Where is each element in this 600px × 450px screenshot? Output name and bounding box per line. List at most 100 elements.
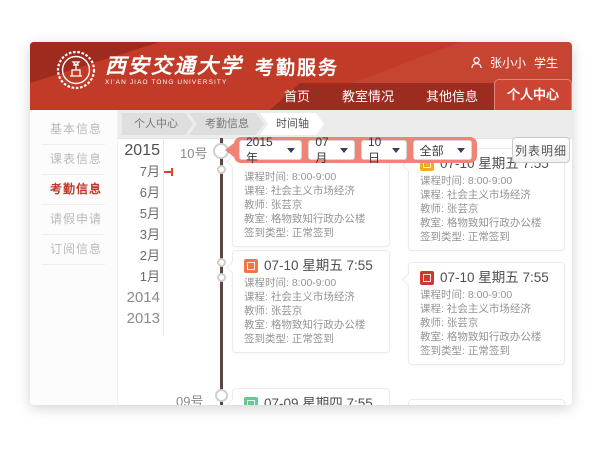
timeline-period-item[interactable]: 6月 — [120, 182, 160, 203]
sidebar-item-label: 课表信息 — [50, 152, 102, 166]
sidebar-item-label: 请假申请 — [50, 212, 102, 226]
day-label-top: 10号 — [180, 143, 207, 162]
timeline-line — [220, 138, 223, 405]
card-field-label: 签到类型: — [244, 333, 292, 345]
card-field: 课程时间: 8:00-9:00 — [420, 288, 553, 302]
card-field: 课程: 社会主义市场经济 — [244, 184, 378, 198]
card-field-value: 张芸京 — [447, 317, 479, 329]
card-field-value: 格物致知行政办公楼 — [271, 319, 366, 331]
nav-item-label: 个人中心 — [507, 87, 559, 102]
attendance-card-body: 课程时间: 8:00-9:00课程: 社会主义市场经济教师: 张芸京教室: 格物… — [420, 288, 553, 358]
timeline-node — [215, 389, 228, 402]
timeline-period-label: 2月 — [140, 248, 160, 263]
sidebar: 基本信息 课表信息 考勤信息 请假申请 订阅信息 — [30, 110, 118, 405]
card-field: 签到类型: 正常签到 — [244, 226, 378, 240]
breadcrumb-item-label: 时间轴 — [276, 118, 309, 130]
year-select[interactable]: 2015年 — [239, 140, 302, 160]
card-field-value: 正常签到 — [292, 227, 334, 239]
chevron-down-icon — [392, 148, 400, 153]
card-field: 课程时间: 8:00-9:00 — [420, 174, 553, 188]
timeline-period-item[interactable]: 2月 — [120, 245, 160, 266]
nav-item[interactable]: 首页 — [268, 83, 326, 110]
sidebar-item[interactable]: 基本信息 — [42, 115, 105, 145]
card-field-label: 教师: — [244, 305, 271, 317]
card-field: 教师: 张芸京 — [420, 202, 553, 216]
list-detail-button[interactable]: 列表明细 — [512, 137, 570, 163]
attendance-card: 07-10 星期五 7:55 课程时间: 8:00-9:00课程: 社会主义市场… — [408, 262, 565, 365]
attendance-card-datetime: 07-09 星期四 7:55 — [264, 395, 373, 405]
signin-type-icon — [420, 271, 434, 285]
timeline-period-label: 2015 — [124, 142, 160, 159]
sidebar-item[interactable]: 订阅信息 — [42, 235, 105, 265]
timeline-period-label: 7月 — [140, 164, 160, 179]
card-field-label: 课程时间: — [420, 175, 468, 187]
signin-type-icon — [244, 259, 258, 273]
breadcrumb-item-label: 考勤信息 — [205, 118, 249, 130]
card-field-label: 教室: — [244, 319, 271, 331]
card-field: 教室: 格物致知行政办公楼 — [420, 330, 553, 344]
sidebar-item-label: 订阅信息 — [50, 242, 102, 256]
card-field: 签到类型: 正常签到 — [420, 230, 553, 244]
breadcrumb-item[interactable]: 时间轴 — [260, 113, 324, 135]
page: 西安交通大学 XI'AN JIAO TONG UNIVERSITY 考勤服务 张… — [0, 0, 600, 450]
card-field-label: 课程时间: — [420, 289, 468, 301]
attendance-card: 07-10 星期五 7:55 课程时间: 8:00-9:00课程: 社会主义市场… — [232, 250, 390, 353]
breadcrumb-item-label: 个人中心 — [134, 118, 178, 130]
card-field-value: 格物致知行政办公楼 — [271, 213, 366, 225]
attendance-card-title: 07-10 星期五 7:55 — [420, 269, 553, 286]
sidebar-item[interactable]: 课表信息 — [42, 145, 105, 175]
nav-item[interactable]: 其他信息 — [410, 83, 494, 110]
sidebar-item-label: 基本信息 — [50, 122, 102, 136]
card-field: 签到类型: 正常签到 — [420, 344, 553, 358]
main-area: 个人中心 考勤信息 时间轴 2015 7月 6月 5月 — [118, 110, 572, 405]
user-name: 张小小 — [490, 54, 526, 71]
timeline-node — [217, 165, 226, 174]
month-select[interactable]: 07月 — [308, 140, 355, 160]
card-field-label: 教师: — [420, 317, 447, 329]
card-field-label: 签到类型: — [420, 345, 468, 357]
nav-item[interactable]: 教室情况 — [326, 83, 410, 110]
type-select[interactable]: 全部 — [413, 140, 472, 160]
card-field-value: 8:00-9:00 — [468, 175, 512, 187]
nav-item-label: 首页 — [284, 89, 310, 104]
card-field-value: 8:00-9:00 — [292, 277, 336, 289]
timeline-period-label: 1月 — [140, 269, 160, 284]
card-field-value: 8:00-9:00 — [292, 171, 336, 183]
card-field-label: 签到类型: — [244, 227, 292, 239]
timeline-period-item[interactable]: 2015 — [120, 140, 160, 161]
card-field-value: 正常签到 — [468, 345, 510, 357]
breadcrumb-item[interactable]: 考勤信息 — [189, 113, 264, 135]
timeline-period-item[interactable]: 3月 — [120, 224, 160, 245]
timeline-period-label: 5月 — [140, 206, 160, 221]
timeline-period-item[interactable]: 2013 — [120, 308, 160, 329]
sidebar-item[interactable]: 考勤信息 — [42, 175, 105, 205]
sidebar-item[interactable]: 请假申请 — [42, 205, 105, 235]
card-field: 教室: 格物致知行政办公楼 — [244, 212, 378, 226]
day-select[interactable]: 10日 — [361, 140, 407, 160]
attendance-card-datetime: 07-10 星期五 7:55 — [440, 269, 549, 286]
type-select-value: 全部 — [420, 142, 444, 159]
nav-item[interactable]: 个人中心 — [494, 79, 572, 110]
month-select-value: 07月 — [315, 135, 334, 166]
timeline-period-item[interactable]: 2014 — [120, 287, 160, 308]
timeline-period-item[interactable]: 5月 — [120, 203, 160, 224]
timeline-period-item[interactable]: 1月 — [120, 266, 160, 287]
signin-type-icon — [244, 397, 258, 406]
timeline-period-item[interactable]: 7月 — [120, 161, 160, 182]
card-field: 课程时间: 8:00-9:00 — [244, 170, 378, 184]
timeline-period-label: 3月 — [140, 227, 160, 242]
year-select-value: 2015年 — [246, 135, 281, 166]
day-label-bottom: 09号 — [176, 391, 203, 405]
card-field: 教室: 格物致知行政办公楼 — [244, 318, 378, 332]
card-field-label: 课程: — [244, 185, 271, 197]
card-field: 教师: 张芸京 — [244, 198, 378, 212]
day-select-value: 10日 — [368, 135, 386, 166]
breadcrumb-item[interactable]: 个人中心 — [122, 113, 193, 135]
timeline-node — [217, 273, 226, 282]
card-field-label: 教室: — [420, 331, 447, 343]
user-info[interactable]: 张小小 学生 — [471, 54, 558, 71]
chevron-down-icon — [287, 148, 295, 153]
chevron-down-icon — [457, 148, 465, 153]
card-field: 课程: 社会主义市场经济 — [420, 188, 553, 202]
attendance-card-title: 07-09 星期四 7:55 — [244, 395, 378, 405]
